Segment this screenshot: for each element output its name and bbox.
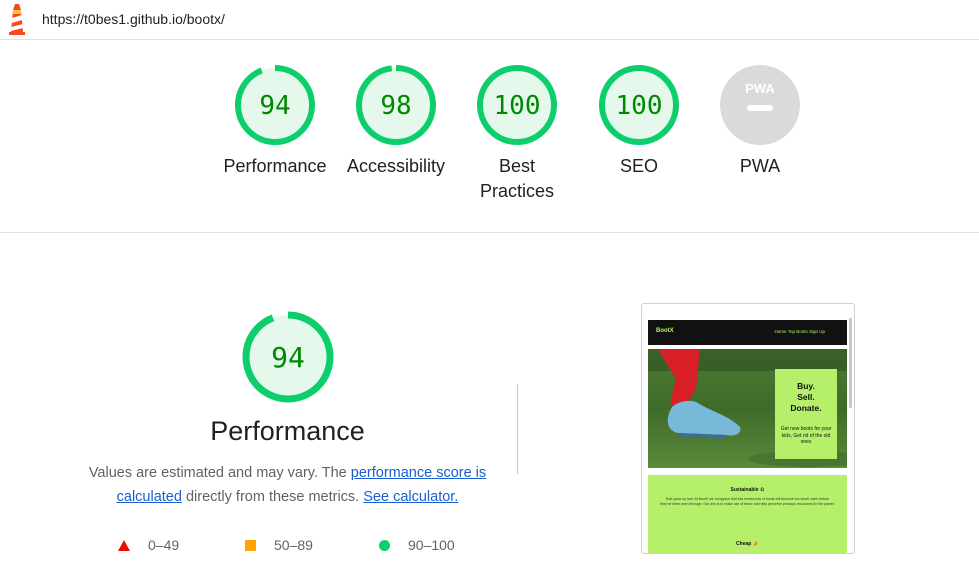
svg-text:PWA: PWA [745,81,775,96]
category-gauges: 94 Performance 98 Accessibility 100 Best… [0,40,979,233]
gauge-ring: 100 [477,65,557,145]
gauge-performance[interactable]: 94 Performance [215,64,335,179]
gauge-pwa[interactable]: PWA PWA [700,64,820,179]
gauge-ring: 100 [599,65,679,145]
gauge-score: 100 [616,91,663,121]
final-screenshot[interactable]: BootX Home Top Boots Sign Up Buy. Sell. … [641,303,855,554]
thumbnail-info-section: Sustainable ♻ Kids grow up fast. At Boot… [648,475,847,553]
legend-average: 50–89 [245,537,313,553]
gauge-label: Accessibility [346,156,446,176]
report-url[interactable]: https://t0bes1.github.io/bootx/ [42,11,225,27]
circle-pass-icon [379,539,390,551]
thumbnail-cta-card: Buy. Sell. Donate. Get new boots for you… [775,369,837,459]
vertical-divider [517,384,518,474]
performance-title: Performance [210,416,365,446]
see-calculator-link[interactable]: See calculator. [363,489,458,505]
gauge-score: 98 [380,91,411,121]
thumbnail-brand: BootX [656,328,674,334]
gauge-best-practices[interactable]: 100 Best Practices [457,64,577,204]
gauge-ring: 94 [235,65,315,145]
gauge-seo[interactable]: 100 SEO [579,64,699,179]
report-header: https://t0bes1.github.io/bootx/ [0,0,979,40]
thumbnail-hero-image: Buy. Sell. Donate. Get new boots for you… [648,349,847,468]
thumbnail-nav-links: Home Top Boots Sign Up [774,329,825,334]
gauge-label: Best Practices [479,156,555,201]
legend-pass: 90–100 [379,537,455,553]
thumbnail-navbar: BootX Home Top Boots Sign Up [648,320,847,345]
performance-section: 94 Performance Values are estimated and … [60,310,515,509]
legend-fail: 0–49 [118,537,179,553]
performance-description: Values are estimated and may vary. The p… [88,465,487,505]
pwa-badge-icon: PWA [720,65,800,145]
lighthouse-logo-icon [9,4,25,35]
performance-gauge: 94 [242,311,333,403]
square-average-icon [245,539,256,551]
gauge-accessibility[interactable]: 98 Accessibility [336,64,456,179]
gauge-ring: 98 [356,65,436,145]
gauge-label: Performance [223,156,327,176]
screenshot-content: BootX Home Top Boots Sign Up Buy. Sell. … [648,320,847,553]
gauge-label: PWA [739,156,781,176]
gauge-score: 100 [494,91,541,121]
performance-score: 94 [271,341,305,374]
thumbnail-scrollbar [849,318,852,408]
gauge-score: 94 [259,91,290,121]
triangle-fail-icon [118,539,130,551]
gauge-label: SEO [619,156,658,176]
